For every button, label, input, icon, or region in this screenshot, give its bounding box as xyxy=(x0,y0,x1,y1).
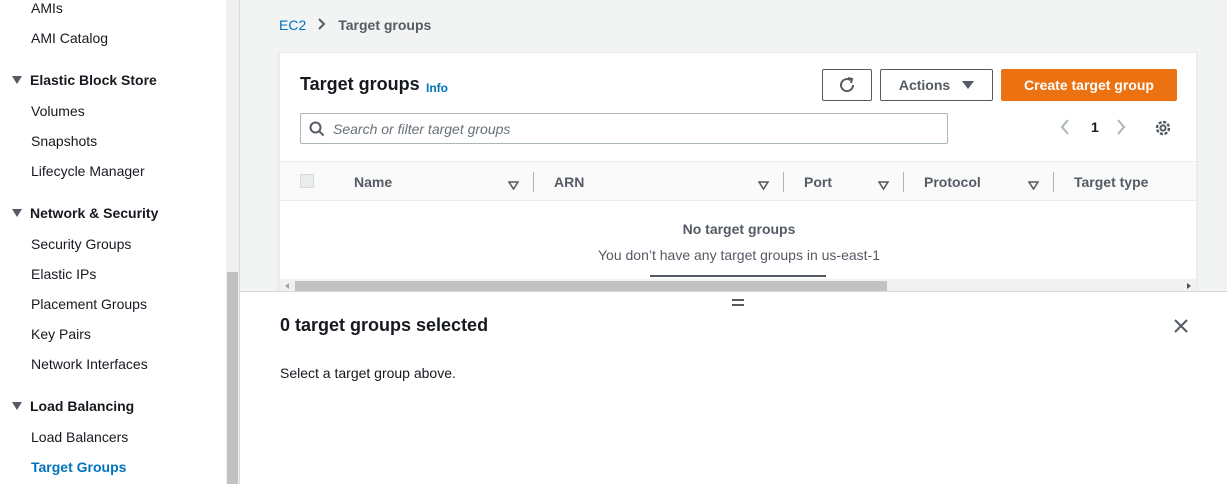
column-header-port[interactable]: Port xyxy=(804,174,832,190)
main-content: EC2 Target groups Target groups Info Act… xyxy=(240,0,1227,484)
search-input[interactable] xyxy=(333,120,923,137)
page-title: Target groups xyxy=(300,74,420,94)
column-header-arn[interactable]: ARN xyxy=(554,174,584,190)
column-divider[interactable] xyxy=(783,172,784,192)
gear-icon[interactable] xyxy=(1154,119,1172,140)
actions-button[interactable]: Actions xyxy=(880,69,993,101)
sidebar-item-elastic-ips[interactable]: Elastic IPs xyxy=(31,266,96,282)
sidebar-item-target-groups[interactable]: Target Groups xyxy=(31,459,126,475)
column-header-target-type[interactable]: Target type xyxy=(1074,174,1148,190)
caret-down-icon xyxy=(12,76,22,84)
sidebar-section-elastic-block-store[interactable]: Elastic Block Store xyxy=(12,72,157,88)
close-icon[interactable] xyxy=(1173,318,1189,337)
target-groups-panel: Target groups Info Actions Create target… xyxy=(279,52,1197,292)
caret-down-icon xyxy=(12,402,22,410)
sidebar: AMIs AMI Catalog Elastic Block Store Vol… xyxy=(0,0,226,484)
actions-label: Actions xyxy=(898,77,951,93)
sidebar-section-label: Load Balancing xyxy=(30,398,135,414)
sidebar-item-network-interfaces[interactable]: Network Interfaces xyxy=(31,356,148,372)
empty-state-message: You don’t have any target groups in us-e… xyxy=(597,247,880,263)
sidebar-scrollbar-thumb[interactable] xyxy=(227,272,238,484)
empty-state-button-edge[interactable] xyxy=(650,275,826,277)
sidebar-section-network-security[interactable]: Network & Security xyxy=(12,205,158,221)
empty-state-title: No target groups xyxy=(682,221,796,237)
table-header: Name ARN Port Protocol Target type xyxy=(280,161,1196,201)
sidebar-item-ami-catalog[interactable]: AMI Catalog xyxy=(31,30,108,46)
caret-down-icon xyxy=(12,209,22,217)
sort-icon[interactable] xyxy=(507,177,520,193)
sidebar-item-placement-groups[interactable]: Placement Groups xyxy=(31,296,147,312)
refresh-icon xyxy=(840,77,855,93)
split-panel-title: 0 target groups selected xyxy=(280,315,489,335)
breadcrumb: EC2 Target groups xyxy=(279,17,431,33)
column-header-name[interactable]: Name xyxy=(354,174,392,190)
sidebar-item-security-groups[interactable]: Security Groups xyxy=(31,236,131,252)
column-header-protocol[interactable]: Protocol xyxy=(924,174,981,190)
select-all-checkbox[interactable] xyxy=(300,174,314,188)
sidebar-section-label: Elastic Block Store xyxy=(30,72,157,88)
info-link[interactable]: Info xyxy=(426,81,448,95)
search-box[interactable] xyxy=(300,113,948,144)
scroll-left-icon[interactable] xyxy=(285,283,289,289)
chevron-right-icon xyxy=(318,17,326,33)
sort-icon[interactable] xyxy=(877,177,890,193)
sidebar-item-lifecycle-manager[interactable]: Lifecycle Manager xyxy=(31,163,145,179)
column-divider[interactable] xyxy=(903,172,904,192)
scroll-right-icon[interactable] xyxy=(1187,283,1191,289)
breadcrumb-current: Target groups xyxy=(338,17,432,33)
page-number[interactable]: 1 xyxy=(1091,119,1099,135)
caret-down-icon xyxy=(962,81,975,89)
drag-handle-icon[interactable] xyxy=(732,299,744,307)
chevron-right-icon[interactable] xyxy=(1116,119,1126,135)
create-target-group-button[interactable]: Create target group xyxy=(1001,69,1177,101)
column-divider[interactable] xyxy=(1053,172,1054,192)
sidebar-item-key-pairs[interactable]: Key Pairs xyxy=(31,326,91,342)
sidebar-section-label: Network & Security xyxy=(30,205,159,221)
sort-icon[interactable] xyxy=(757,177,770,193)
sidebar-item-volumes[interactable]: Volumes xyxy=(31,103,85,119)
sidebar-section-load-balancing[interactable]: Load Balancing xyxy=(12,398,134,414)
split-panel: 0 target groups selected Select a target… xyxy=(240,291,1227,484)
sidebar-item-amis[interactable]: AMIs xyxy=(31,0,63,16)
sort-icon[interactable] xyxy=(1027,177,1040,193)
column-divider[interactable] xyxy=(533,172,534,192)
breadcrumb-ec2[interactable]: EC2 xyxy=(279,17,306,33)
split-panel-message: Select a target group above. xyxy=(280,365,456,381)
sidebar-item-load-balancers[interactable]: Load Balancers xyxy=(31,429,128,445)
refresh-button[interactable] xyxy=(822,69,872,101)
scrollbar-thumb[interactable] xyxy=(295,281,887,291)
chevron-left-icon[interactable] xyxy=(1060,119,1070,135)
sidebar-item-snapshots[interactable]: Snapshots xyxy=(31,133,97,149)
search-icon xyxy=(309,121,325,136)
